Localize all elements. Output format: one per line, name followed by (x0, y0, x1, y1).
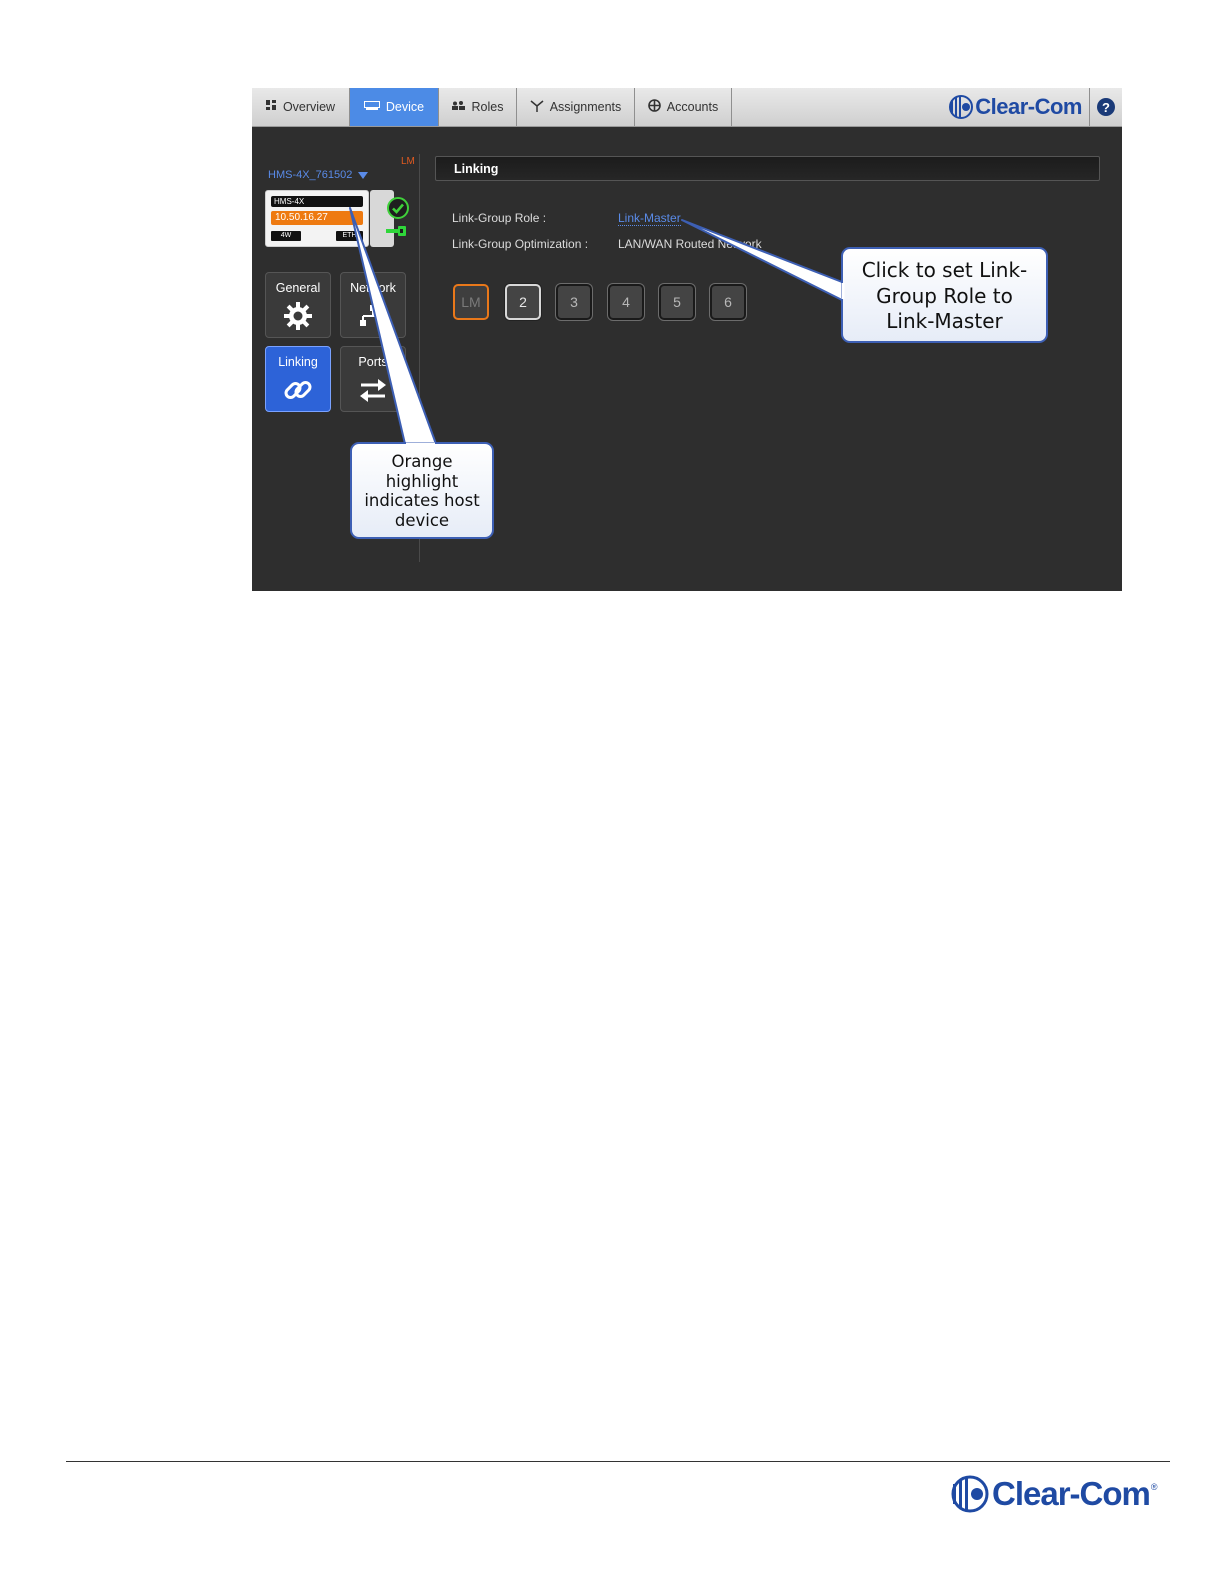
top-tab-bar: Overview Device Roles Assignments Accoun… (252, 88, 1122, 127)
network-icon (341, 301, 405, 331)
callout-line: Click to set Link- (861, 258, 1028, 282)
footer-logo-mark (951, 1475, 989, 1513)
help-icon: ? (1097, 98, 1115, 116)
accounts-icon (647, 99, 661, 115)
roles-icon (451, 101, 466, 113)
registered-mark: ® (1150, 1482, 1158, 1492)
brand-name: Clear-Com (975, 94, 1082, 119)
help-button[interactable]: ? (1089, 88, 1122, 126)
device-card-port-4w: 4W (271, 231, 301, 241)
nav-general[interactable]: General (265, 272, 331, 338)
footer-divider (66, 1461, 1170, 1462)
device-select-label: HMS-4X_761502 (268, 169, 353, 181)
link-slot-6[interactable]: 6 (710, 284, 746, 320)
link-group-role-value[interactable]: Link-Master (618, 211, 681, 226)
dropdown-arrow-icon (358, 171, 369, 179)
link-icon (266, 375, 330, 405)
tab-accounts[interactable]: Accounts (635, 88, 732, 126)
callout-line: Group Role to (876, 283, 1013, 308)
device-select[interactable]: HMS-4X_761502 (268, 169, 369, 181)
link-group-role-label: Link-Group Role : (452, 211, 547, 225)
link-slot-lm[interactable]: LM (453, 284, 489, 320)
tab-roles[interactable]: Roles (439, 88, 517, 126)
link-slot-3[interactable]: 3 (556, 284, 592, 320)
tab-label: Accounts (666, 100, 719, 114)
grid-icon (265, 100, 277, 114)
link-group-optimization-label: Link-Group Optimization : (452, 237, 589, 251)
tab-label: Assignments (549, 100, 622, 114)
link-slot-5[interactable]: 5 (659, 284, 695, 320)
callout-line: Orange (391, 452, 453, 471)
tab-overview[interactable]: Overview (252, 88, 350, 126)
assignments-icon (530, 99, 544, 115)
link-slot-4[interactable]: 4 (608, 284, 644, 320)
tab-assignments[interactable]: Assignments (517, 88, 635, 126)
status-ok-icon (387, 197, 409, 219)
gear-icon (266, 301, 330, 331)
footer-brand-name: Clear-Com (992, 1475, 1151, 1512)
link-group-role-field[interactable]: Link-Master (618, 211, 681, 226)
tab-label: Device (385, 100, 425, 114)
clear-com-logo: Clear-Com (947, 94, 1082, 120)
nav-network-label: Network (350, 281, 396, 295)
nav-ports[interactable]: Ports (340, 346, 406, 412)
clear-com-logo-mark (949, 95, 974, 119)
device-icon (363, 100, 380, 114)
nav-linking-label: Linking (278, 355, 318, 369)
link-group-optimization-value: LAN/WAN Routed Network (618, 237, 762, 251)
tab-label: Overview (282, 100, 336, 114)
device-card-name: HMS-4X (271, 196, 363, 207)
section-title: Linking (454, 162, 499, 176)
device-card[interactable]: HMS-4X 10.50.16.27 4W ETH (265, 190, 369, 247)
nav-ports-label: Ports (358, 355, 388, 369)
host-callout-text: Orange highlight indicates host device (351, 452, 493, 530)
nav-general-label: General (275, 281, 321, 295)
callout-line: Link-Master (886, 309, 1003, 333)
nav-network[interactable]: Network (340, 272, 406, 338)
device-card-port-eth: ETH (336, 231, 363, 241)
callout-line: indicates host (364, 491, 480, 511)
role-callout-text: Click to set Link- Group Role to Link-Ma… (842, 258, 1047, 335)
link-plug-icon (386, 226, 406, 236)
arrows-icon (341, 375, 405, 405)
nav-linking[interactable]: Linking (265, 346, 331, 412)
tab-label: Roles (471, 100, 504, 114)
link-slot-2[interactable]: 2 (505, 284, 541, 320)
callout-line: device (394, 510, 450, 530)
tab-device[interactable]: Device (350, 88, 439, 126)
linking-section-header: Linking (435, 156, 1100, 181)
callout-line: highlight (385, 471, 459, 491)
link-master-flag: LM (401, 156, 415, 167)
device-card-ip: 10.50.16.27 (271, 211, 363, 225)
footer-clear-com-logo: Clear-Com ® (948, 1474, 1158, 1514)
